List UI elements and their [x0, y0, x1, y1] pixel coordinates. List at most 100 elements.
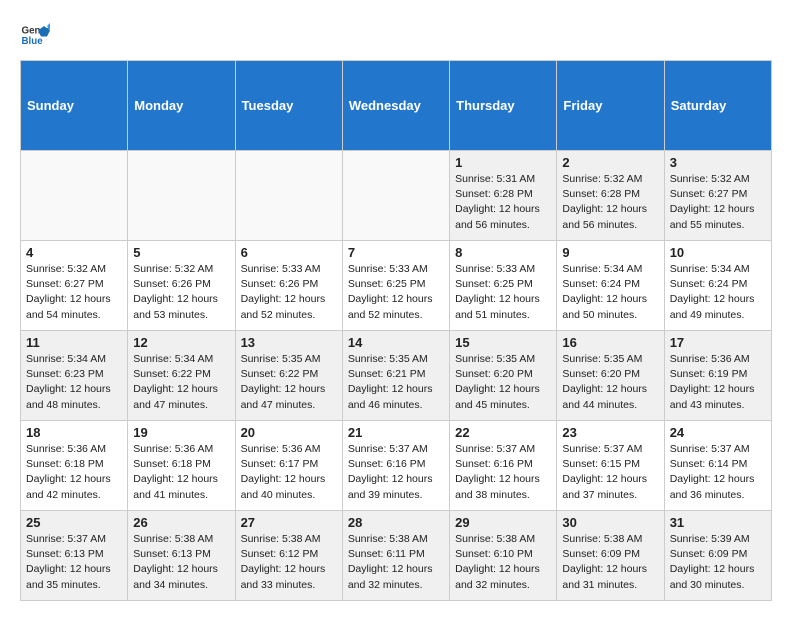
calendar-cell: 23 Sunrise: 5:37 AMSunset: 6:15 PMDayligh… [557, 421, 664, 511]
day-info: Sunrise: 5:32 AMSunset: 6:26 PMDaylight:… [133, 262, 229, 323]
calendar-cell: 1 Sunrise: 5:31 AMSunset: 6:28 PMDaylight… [450, 151, 557, 241]
calendar-cell: 7 Sunrise: 5:33 AMSunset: 6:25 PMDaylight… [342, 241, 449, 331]
weekday-thursday: Thursday [450, 61, 557, 151]
day-info: Sunrise: 5:37 AMSunset: 6:16 PMDaylight:… [348, 442, 444, 503]
day-number: 14 [348, 335, 444, 350]
day-number: 28 [348, 515, 444, 530]
day-info: Sunrise: 5:35 AMSunset: 6:21 PMDaylight:… [348, 352, 444, 413]
calendar-cell: 22 Sunrise: 5:37 AMSunset: 6:16 PMDayligh… [450, 421, 557, 511]
day-info: Sunrise: 5:34 AMSunset: 6:24 PMDaylight:… [562, 262, 658, 323]
calendar-cell: 31 Sunrise: 5:39 AMSunset: 6:09 PMDayligh… [664, 511, 771, 601]
calendar-cell: 17Sunrise: 5:36 AMSunset: 6:19 PMDayligh… [664, 331, 771, 421]
calendar-cell: 24Sunrise: 5:37 AMSunset: 6:14 PMDayligh… [664, 421, 771, 511]
calendar-cell: 12Sunrise: 5:34 AMSunset: 6:22 PMDayligh… [128, 331, 235, 421]
day-number: 16 [562, 335, 658, 350]
day-info: Sunrise: 5:39 AMSunset: 6:09 PMDaylight:… [670, 532, 766, 593]
calendar-cell: 9 Sunrise: 5:34 AMSunset: 6:24 PMDaylight… [557, 241, 664, 331]
day-info: Sunrise: 5:36 AMSunset: 6:18 PMDaylight:… [26, 442, 122, 503]
header: General Blue [20, 20, 772, 50]
day-number: 3 [670, 155, 766, 170]
day-info: Sunrise: 5:31 AMSunset: 6:28 PMDaylight:… [455, 172, 551, 233]
day-info: Sunrise: 5:35 AMSunset: 6:20 PMDaylight:… [562, 352, 658, 413]
calendar-cell: 25 Sunrise: 5:37 AMSunset: 6:13 PMDayligh… [21, 511, 128, 601]
calendar-cell: 27 Sunrise: 5:38 AMSunset: 6:12 PMDayligh… [235, 511, 342, 601]
day-number: 18 [26, 425, 122, 440]
week-row-0: 1 Sunrise: 5:31 AMSunset: 6:28 PMDaylight… [21, 151, 772, 241]
day-number: 29 [455, 515, 551, 530]
day-info: Sunrise: 5:34 AMSunset: 6:23 PMDaylight:… [26, 352, 122, 413]
calendar-cell [342, 151, 449, 241]
week-row-1: 4 Sunrise: 5:32 AMSunset: 6:27 PMDaylight… [21, 241, 772, 331]
day-number: 4 [26, 245, 122, 260]
day-number: 22 [455, 425, 551, 440]
day-info: Sunrise: 5:37 AMSunset: 6:13 PMDaylight:… [26, 532, 122, 593]
day-info: Sunrise: 5:37 AMSunset: 6:15 PMDaylight:… [562, 442, 658, 503]
logo-icon: General Blue [20, 20, 50, 50]
weekday-wednesday: Wednesday [342, 61, 449, 151]
calendar-cell: 28 Sunrise: 5:38 AMSunset: 6:11 PMDayligh… [342, 511, 449, 601]
calendar-table: SundayMondayTuesdayWednesdayThursdayFrid… [20, 60, 772, 601]
day-number: 15 [455, 335, 551, 350]
calendar-cell: 2 Sunrise: 5:32 AMSunset: 6:28 PMDaylight… [557, 151, 664, 241]
day-number: 8 [455, 245, 551, 260]
day-info: Sunrise: 5:33 AMSunset: 6:25 PMDaylight:… [348, 262, 444, 323]
day-info: Sunrise: 5:32 AMSunset: 6:28 PMDaylight:… [562, 172, 658, 233]
calendar-cell: 3 Sunrise: 5:32 AMSunset: 6:27 PMDaylight… [664, 151, 771, 241]
day-info: Sunrise: 5:37 AMSunset: 6:14 PMDaylight:… [670, 442, 766, 503]
week-row-3: 18 Sunrise: 5:36 AMSunset: 6:18 PMDayligh… [21, 421, 772, 511]
calendar-cell: 4 Sunrise: 5:32 AMSunset: 6:27 PMDaylight… [21, 241, 128, 331]
day-info: Sunrise: 5:38 AMSunset: 6:12 PMDaylight:… [241, 532, 337, 593]
day-info: Sunrise: 5:38 AMSunset: 6:11 PMDaylight:… [348, 532, 444, 593]
day-number: 25 [26, 515, 122, 530]
calendar-body: 1 Sunrise: 5:31 AMSunset: 6:28 PMDaylight… [21, 151, 772, 601]
weekday-saturday: Saturday [664, 61, 771, 151]
calendar-cell: 6Sunrise: 5:33 AMSunset: 6:26 PMDaylight… [235, 241, 342, 331]
logo: General Blue [20, 20, 54, 50]
calendar-cell [128, 151, 235, 241]
day-info: Sunrise: 5:35 AMSunset: 6:20 PMDaylight:… [455, 352, 551, 413]
calendar-cell: 26 Sunrise: 5:38 AMSunset: 6:13 PMDayligh… [128, 511, 235, 601]
day-number: 31 [670, 515, 766, 530]
calendar-cell: 11 Sunrise: 5:34 AMSunset: 6:23 PMDayligh… [21, 331, 128, 421]
calendar-cell: 13 Sunrise: 5:35 AMSunset: 6:22 PMDayligh… [235, 331, 342, 421]
day-info: Sunrise: 5:38 AMSunset: 6:10 PMDaylight:… [455, 532, 551, 593]
day-number: 11 [26, 335, 122, 350]
day-number: 9 [562, 245, 658, 260]
weekday-tuesday: Tuesday [235, 61, 342, 151]
day-info: Sunrise: 5:32 AMSunset: 6:27 PMDaylight:… [670, 172, 766, 233]
calendar-cell: 19Sunrise: 5:36 AMSunset: 6:18 PMDayligh… [128, 421, 235, 511]
calendar-cell: 16 Sunrise: 5:35 AMSunset: 6:20 PMDayligh… [557, 331, 664, 421]
weekday-header: SundayMondayTuesdayWednesdayThursdayFrid… [21, 61, 772, 151]
calendar-cell: 10Sunrise: 5:34 AMSunset: 6:24 PMDayligh… [664, 241, 771, 331]
day-number: 10 [670, 245, 766, 260]
day-info: Sunrise: 5:36 AMSunset: 6:17 PMDaylight:… [241, 442, 337, 503]
day-info: Sunrise: 5:37 AMSunset: 6:16 PMDaylight:… [455, 442, 551, 503]
calendar-cell: 15 Sunrise: 5:35 AMSunset: 6:20 PMDayligh… [450, 331, 557, 421]
day-info: Sunrise: 5:38 AMSunset: 6:13 PMDaylight:… [133, 532, 229, 593]
day-number: 1 [455, 155, 551, 170]
day-info: Sunrise: 5:36 AMSunset: 6:19 PMDaylight:… [670, 352, 766, 413]
day-number: 27 [241, 515, 337, 530]
calendar-cell: 8Sunrise: 5:33 AMSunset: 6:25 PMDaylight… [450, 241, 557, 331]
calendar-cell: 18 Sunrise: 5:36 AMSunset: 6:18 PMDayligh… [21, 421, 128, 511]
day-number: 30 [562, 515, 658, 530]
svg-text:Blue: Blue [22, 36, 44, 47]
day-number: 2 [562, 155, 658, 170]
day-number: 13 [241, 335, 337, 350]
day-number: 23 [562, 425, 658, 440]
calendar-cell [21, 151, 128, 241]
day-info: Sunrise: 5:33 AMSunset: 6:26 PMDaylight:… [241, 262, 337, 323]
day-number: 26 [133, 515, 229, 530]
calendar-cell: 5Sunrise: 5:32 AMSunset: 6:26 PMDaylight… [128, 241, 235, 331]
day-number: 7 [348, 245, 444, 260]
calendar-cell: 29 Sunrise: 5:38 AMSunset: 6:10 PMDayligh… [450, 511, 557, 601]
day-info: Sunrise: 5:38 AMSunset: 6:09 PMDaylight:… [562, 532, 658, 593]
day-info: Sunrise: 5:32 AMSunset: 6:27 PMDaylight:… [26, 262, 122, 323]
calendar-cell: 20Sunrise: 5:36 AMSunset: 6:17 PMDayligh… [235, 421, 342, 511]
day-info: Sunrise: 5:35 AMSunset: 6:22 PMDaylight:… [241, 352, 337, 413]
calendar-cell [235, 151, 342, 241]
day-number: 12 [133, 335, 229, 350]
calendar-cell: 14 Sunrise: 5:35 AMSunset: 6:21 PMDayligh… [342, 331, 449, 421]
day-number: 19 [133, 425, 229, 440]
calendar-cell: 30 Sunrise: 5:38 AMSunset: 6:09 PMDayligh… [557, 511, 664, 601]
